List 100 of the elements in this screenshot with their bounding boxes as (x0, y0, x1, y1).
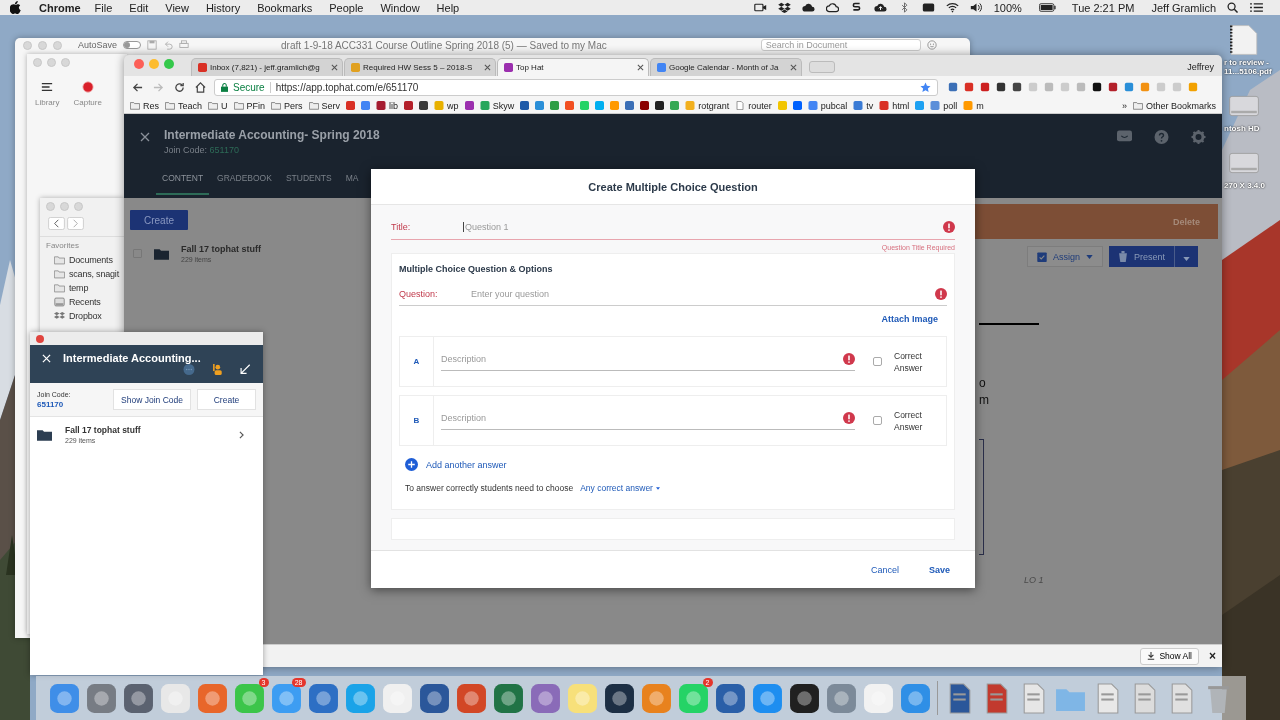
cancel-button[interactable]: Cancel (870, 564, 899, 575)
battery-icon[interactable] (1038, 2, 1056, 13)
browser-tab[interactable]: Required HW Sess 5 – 2018-S (344, 58, 496, 76)
bookmark[interactable]: pubcal (807, 100, 848, 111)
reload-icon[interactable] (174, 81, 185, 93)
menu-item[interactable]: File (94, 1, 113, 14)
browser-tab[interactable]: Inbox (7,821) - jeff.gramlich@g (191, 58, 343, 76)
print-icon[interactable] (179, 40, 190, 50)
checkbox-label[interactable]: Correct Answer (894, 349, 946, 374)
camera-icon[interactable] (753, 2, 767, 13)
dropbox-icon[interactable] (777, 2, 791, 13)
more-bookmarks-button[interactable]: » (1121, 100, 1127, 111)
cloud-upload-icon[interactable] (873, 2, 887, 13)
back-button[interactable] (48, 217, 65, 230)
list-icon[interactable] (1250, 2, 1263, 13)
tool-label[interactable]: Capture (73, 98, 102, 107)
nav-tab[interactable]: GRADEBOOK (211, 173, 278, 195)
volume-icon[interactable] (969, 2, 983, 13)
raised-hand-icon[interactable] (211, 364, 223, 375)
profile-name[interactable]: Jeffrey (1187, 62, 1214, 72)
checkbox[interactable] (873, 357, 882, 366)
search-icon[interactable] (1226, 2, 1239, 13)
bookmark-folder[interactable]: Other Bookmarks (1132, 100, 1216, 111)
bookmark-folder[interactable]: Serv (308, 100, 341, 111)
bookmark[interactable]: m (963, 100, 984, 111)
bookmark-folder[interactable]: Pers (271, 100, 303, 111)
chat-icon[interactable] (1117, 130, 1132, 144)
settings-icon[interactable] (1191, 130, 1206, 144)
menu-item[interactable]: Chrome (39, 1, 81, 14)
cloud-icon[interactable] (825, 2, 839, 13)
bookmark-folder[interactable]: PFin (233, 100, 266, 111)
close-button[interactable] (134, 59, 144, 69)
browser-tab[interactable]: Google Calendar - Month of Ja (650, 58, 802, 76)
sidebar-item[interactable]: Documents (40, 253, 124, 267)
add-answer-link[interactable]: Add another answer (426, 459, 507, 470)
menu-item[interactable]: Edit (129, 1, 149, 14)
question-field[interactable]: Enter your question (471, 289, 935, 299)
bookmark-icon[interactable] (655, 101, 665, 110)
sidebar-item[interactable]: temp (40, 281, 124, 295)
bookmark-folder[interactable]: U (208, 100, 228, 111)
close-icon[interactable] (637, 64, 644, 71)
display-icon[interactable] (921, 2, 935, 13)
show-all-button[interactable]: Show All (1140, 647, 1199, 665)
smiley-icon[interactable] (926, 40, 937, 50)
title-field[interactable]: Question 1 (463, 222, 943, 232)
bookmark-folder[interactable]: Teach (165, 100, 203, 111)
forward-button[interactable] (67, 217, 84, 230)
zoom-button[interactable] (164, 59, 174, 69)
record-icon[interactable] (81, 81, 94, 93)
forward-icon[interactable] (153, 81, 164, 93)
answer-rule-dropdown[interactable]: Any correct answer (580, 483, 660, 493)
folder-name[interactable]: Fall 17 tophat stuff (181, 244, 261, 254)
app-icon[interactable] (603, 682, 635, 714)
browser-tab[interactable]: Top Hat (497, 58, 649, 76)
checkbox[interactable] (873, 416, 882, 425)
bookmark[interactable]: wp (434, 100, 459, 111)
menu-item[interactable]: Bookmarks (257, 1, 313, 14)
address-bar[interactable]: Secure https://app.tophat.com/e/651170 (214, 78, 938, 96)
nav-tab[interactable]: STUDENTS (279, 173, 338, 195)
save-button[interactable]: Save (928, 564, 950, 575)
menu-item[interactable]: Help (436, 1, 460, 14)
bookmark-folder[interactable]: Res (130, 100, 159, 111)
bookmark-icon[interactable] (419, 101, 429, 110)
nav-tab[interactable]: MA (339, 173, 365, 195)
sidebar-item[interactable]: Recents (40, 295, 124, 309)
app-icon[interactable] (788, 682, 820, 714)
sidebar-item[interactable]: scans, snagit (40, 267, 124, 281)
menu-icon[interactable] (41, 81, 54, 93)
home-icon[interactable] (195, 81, 206, 93)
bookmark[interactable]: poll (930, 100, 958, 111)
bookmark-icon[interactable] (520, 101, 530, 110)
star-icon[interactable] (920, 81, 931, 93)
answer-field[interactable]: Description (441, 412, 843, 423)
save-icon[interactable] (147, 40, 158, 50)
undo-icon[interactable] (163, 40, 174, 50)
close-icon[interactable] (484, 64, 491, 71)
present-button[interactable]: Present (1108, 246, 1174, 267)
help-icon[interactable] (1154, 130, 1169, 144)
wifi-icon[interactable] (945, 2, 959, 13)
nav-tab[interactable]: CONTENT (156, 173, 210, 195)
bookmark[interactable]: rotgrant (685, 100, 730, 111)
bookmark[interactable]: tv (853, 100, 874, 111)
action-button[interactable]: Create (197, 389, 256, 410)
menu-item[interactable]: View (165, 1, 189, 14)
autosave-toggle[interactable] (123, 41, 142, 49)
dropdown-button[interactable] (1174, 246, 1198, 267)
document-icon[interactable] (1228, 22, 1260, 58)
clock[interactable]: Tue 2:21 PM (1071, 1, 1135, 14)
add-icon[interactable] (405, 458, 418, 471)
close-icon[interactable] (790, 64, 797, 71)
bookmark-icon[interactable] (404, 101, 414, 110)
sidebar-item[interactable]: Dropbox (40, 309, 124, 323)
bookmark[interactable]: Skyw (479, 100, 515, 111)
app-icon[interactable] (418, 682, 450, 714)
answer-field[interactable]: Description (441, 353, 843, 364)
close-icon[interactable] (140, 132, 150, 142)
chat-icon[interactable] (183, 364, 195, 375)
menu-item[interactable]: People (329, 1, 364, 14)
cloud-icon[interactable] (801, 2, 815, 13)
bookmark-icon[interactable] (640, 101, 650, 110)
